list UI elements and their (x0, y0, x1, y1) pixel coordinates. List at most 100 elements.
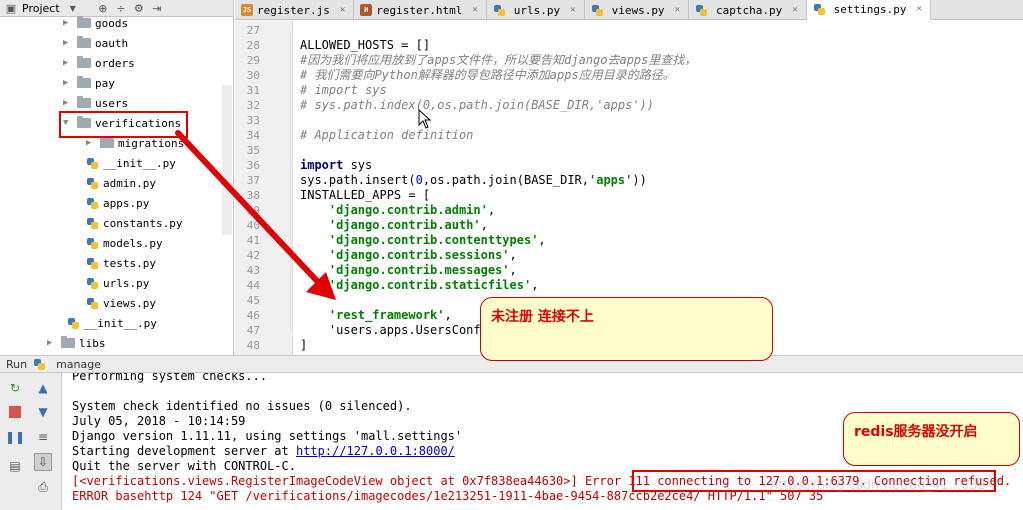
console-line: Quit the server with CONTROL-C. (72, 459, 296, 473)
up-arrow-icon[interactable]: ▲ (34, 379, 52, 397)
pause-icon[interactable]: ❚❚ (5, 428, 25, 446)
folder-icon (61, 336, 75, 348)
project-tool-window: ▣ Project ▼ ⊕ ÷ ⚙ ⇥ ▶ goods ▶ oauth ▶ orders ▶… (0, 0, 234, 355)
python-file-icon (813, 3, 826, 16)
code-line[interactable]: 'django.contrib.staticfiles', (300, 278, 539, 293)
code-line[interactable]: import sys (300, 158, 372, 173)
code-line[interactable]: ] (300, 338, 307, 353)
stop-icon[interactable] (6, 403, 24, 421)
chevron-right-icon[interactable]: ▶ (63, 98, 73, 108)
editor-tab[interactable]: settings.py ✕ (806, 0, 931, 20)
editor-tab[interactable]: views.py ✕ (585, 0, 689, 20)
mouse-pointer-icon (418, 109, 432, 129)
close-icon[interactable]: ✕ (792, 5, 797, 15)
code-line[interactable]: 'django.contrib.contenttypes', (300, 233, 546, 248)
code-line[interactable]: 'users.apps.UsersConfi (300, 323, 488, 338)
tree-file[interactable]: models.py (86, 234, 163, 252)
run-toolbar: ↻ ▲ ▼ ❚❚ ≡ ▤ ⇩ ⎙ (0, 373, 62, 510)
chevron-right-icon[interactable]: ▶ (63, 58, 73, 68)
print-icon[interactable]: ⎙ (34, 478, 52, 496)
tree-file[interactable]: __init__.py (86, 154, 176, 172)
server-url-link[interactable]: http://127.0.0.1:8000/ (296, 444, 455, 458)
line-number: 31 (246, 84, 260, 97)
project-title[interactable]: Project (22, 2, 60, 15)
scroll-to-end-icon[interactable]: ⇩ (34, 453, 52, 471)
layout-icon[interactable]: ▤ (6, 457, 24, 475)
gear-icon[interactable]: ⚙ (132, 1, 146, 15)
line-number: 40 (246, 219, 260, 232)
editor-tab[interactable]: captcha.py ✕ (689, 0, 807, 20)
code-line[interactable]: 'django.contrib.auth', (300, 218, 488, 233)
tree-item-label: tests.py (103, 256, 156, 270)
code-line[interactable]: sys.path.insert(0,os.path.join(BASE_DIR,… (300, 173, 647, 188)
python-file-icon (591, 4, 604, 17)
close-icon[interactable]: ✕ (675, 5, 680, 15)
folder-icon (77, 36, 91, 48)
line-number-gutter: 27 28 29 30 31 32 33 34 35 36 37 38 39 40 41 42 43 44 45 46… (235, 21, 293, 355)
tree-folder[interactable]: ▶ users (63, 94, 128, 112)
tree-item-label: admin.py (103, 176, 156, 190)
line-number: 28 (246, 39, 260, 52)
code-line[interactable]: INSTALLED_APPS = [ (300, 188, 430, 203)
tree-folder[interactable]: ▶ libs (47, 334, 106, 352)
tree-file[interactable]: constants.py (86, 214, 182, 232)
chevron-right-icon[interactable]: ▶ (63, 78, 73, 88)
folder-icon (100, 136, 114, 148)
watermark: https://blog.csdn.net/qq_41...632 (770, 478, 986, 493)
tree-file[interactable]: __init__.py (67, 314, 157, 332)
chevron-right-icon[interactable]: ▶ (63, 18, 73, 28)
project-view-icon[interactable]: ▣ (4, 1, 18, 15)
close-icon[interactable]: ✕ (340, 5, 345, 15)
code-line[interactable]: # Application definition (300, 128, 473, 143)
tree-item-label: goods (95, 16, 129, 30)
tree-folder[interactable]: ▶ goods (63, 14, 128, 32)
run-config-name[interactable]: manage (56, 358, 101, 371)
chevron-right-icon[interactable]: ▶ (63, 38, 73, 48)
python-file-icon (86, 157, 99, 170)
editor-tab[interactable]: Hregister.html ✕ (354, 0, 487, 20)
chevron-right-icon[interactable]: ▶ (47, 338, 57, 348)
line-number: 29 (246, 54, 260, 67)
tree-scrollbar[interactable] (222, 85, 232, 235)
run-tab-label[interactable]: Run (6, 358, 27, 371)
editor-tab[interactable]: urls.py ✕ (487, 0, 585, 20)
sync-icon[interactable]: ⊕ (96, 1, 110, 15)
code-line[interactable]: #因为我们将应用放到了apps文件件，所以要告知django去apps里查找， (300, 53, 696, 68)
collapse-icon[interactable]: ÷ (114, 1, 128, 15)
tree-file[interactable]: tests.py (86, 254, 156, 272)
code-line[interactable]: 'django.contrib.admin', (300, 203, 495, 218)
python-file-icon (86, 237, 99, 250)
code-line[interactable]: 'django.contrib.messages', (300, 263, 517, 278)
tree-folder[interactable]: ▶ pay (63, 74, 115, 92)
line-number: 27 (246, 24, 260, 37)
soft-wrap-icon[interactable]: ≡ (34, 428, 52, 446)
tree-file[interactable]: views.py (86, 294, 156, 312)
tab-label: captcha.py (715, 3, 783, 17)
chevron-down-icon[interactable]: ▼ (70, 4, 76, 13)
editor-tab[interactable]: JS register.js ✕ (235, 0, 355, 20)
close-icon[interactable]: ✕ (917, 4, 922, 14)
tree-file[interactable]: admin.py (86, 174, 156, 192)
chevron-right-icon[interactable]: ▶ (86, 138, 96, 148)
hide-icon[interactable]: ⇥ (150, 1, 164, 15)
close-icon[interactable]: ✕ (570, 5, 575, 15)
editor-tab-bar: JS register.js ✕ Hregister.html ✕ urls.py ✕ vie… (235, 0, 1023, 20)
tree-item-label: __init__.py (84, 316, 157, 330)
code-line[interactable]: 'rest_framework', (300, 308, 452, 323)
code-line[interactable]: # sys.path.index(0,os.path.join(BASE_DIR… (300, 98, 654, 113)
console-line: Django version 1.11.11, using settings '… (72, 429, 463, 443)
down-arrow-icon[interactable]: ▼ (34, 403, 52, 421)
python-file-icon (67, 317, 80, 330)
tree-folder[interactable]: ▶ orders (63, 54, 135, 72)
tree-file[interactable]: apps.py (86, 194, 149, 212)
code-line[interactable]: ALLOWED_HOSTS = [] (300, 38, 430, 53)
rerun-icon[interactable]: ↻ (6, 379, 24, 397)
tree-folder[interactable]: ▶ oauth (63, 34, 128, 52)
close-icon[interactable]: ✕ (472, 5, 477, 15)
code-line[interactable]: 'django.contrib.sessions', (300, 248, 517, 263)
tree-file[interactable]: urls.py (86, 274, 149, 292)
python-file-icon (695, 4, 708, 17)
code-line[interactable]: # 我们需要向Python解释器的导包路径中添加apps应用目录的路径。 (300, 68, 675, 83)
console-line: Starting development server at http://12… (72, 444, 455, 458)
code-line[interactable]: # import sys (300, 83, 387, 98)
